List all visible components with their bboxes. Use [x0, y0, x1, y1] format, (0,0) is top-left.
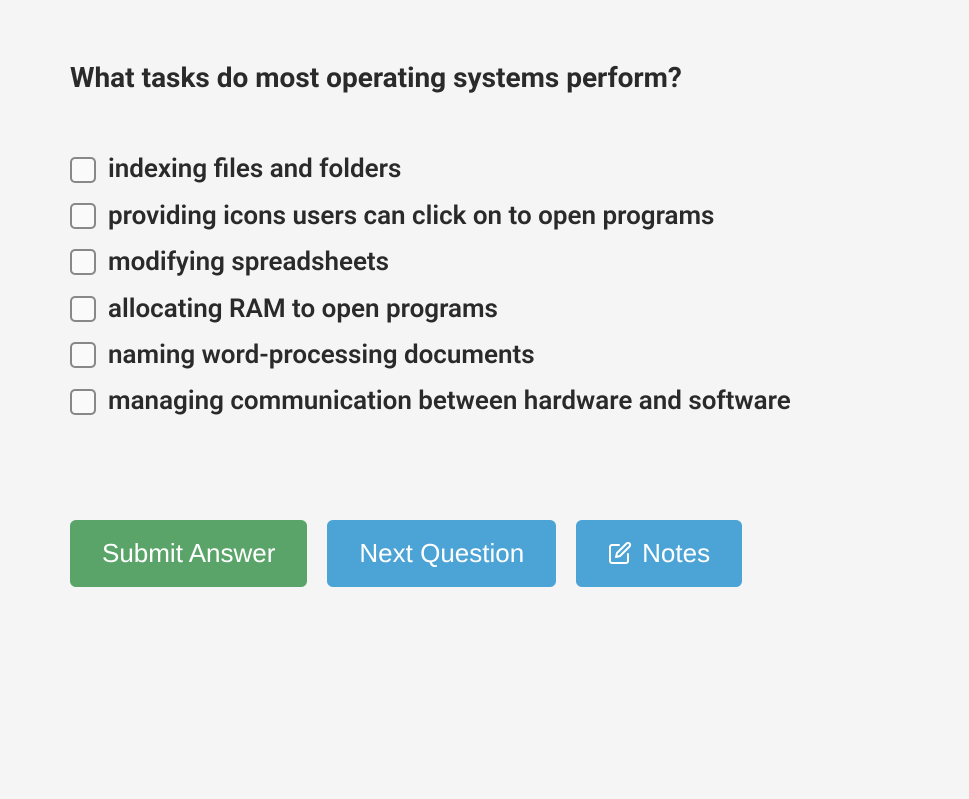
option-row: providing icons users can click on to op… — [70, 198, 899, 234]
option-row: modifying spreadsheets — [70, 244, 899, 280]
option-row: allocating RAM to open programs — [70, 291, 899, 327]
question-text: What tasks do most operating systems per… — [70, 60, 899, 96]
button-row: Submit Answer Next Question Notes — [70, 520, 899, 587]
checkbox-option-5[interactable] — [70, 389, 96, 415]
option-label[interactable]: allocating RAM to open programs — [108, 291, 498, 327]
checkbox-option-0[interactable] — [70, 157, 96, 183]
option-label[interactable]: indexing files and folders — [108, 151, 401, 187]
submit-button[interactable]: Submit Answer — [70, 520, 307, 587]
next-question-button[interactable]: Next Question — [327, 520, 556, 587]
option-row: indexing files and folders — [70, 151, 899, 187]
options-list: indexing files and folders providing ico… — [70, 151, 899, 419]
checkbox-option-1[interactable] — [70, 203, 96, 229]
option-label[interactable]: naming word-processing documents — [108, 337, 535, 373]
option-label[interactable]: modifying spreadsheets — [108, 244, 389, 280]
option-row: managing communication between hardware … — [70, 383, 899, 419]
option-row: naming word-processing documents — [70, 337, 899, 373]
checkbox-option-2[interactable] — [70, 249, 96, 275]
checkbox-option-4[interactable] — [70, 342, 96, 368]
option-label[interactable]: providing icons users can click on to op… — [108, 198, 714, 234]
checkbox-option-3[interactable] — [70, 296, 96, 322]
edit-icon — [608, 541, 632, 565]
option-label[interactable]: managing communication between hardware … — [108, 383, 791, 419]
notes-button[interactable]: Notes — [576, 520, 742, 587]
notes-button-label: Notes — [642, 538, 710, 569]
